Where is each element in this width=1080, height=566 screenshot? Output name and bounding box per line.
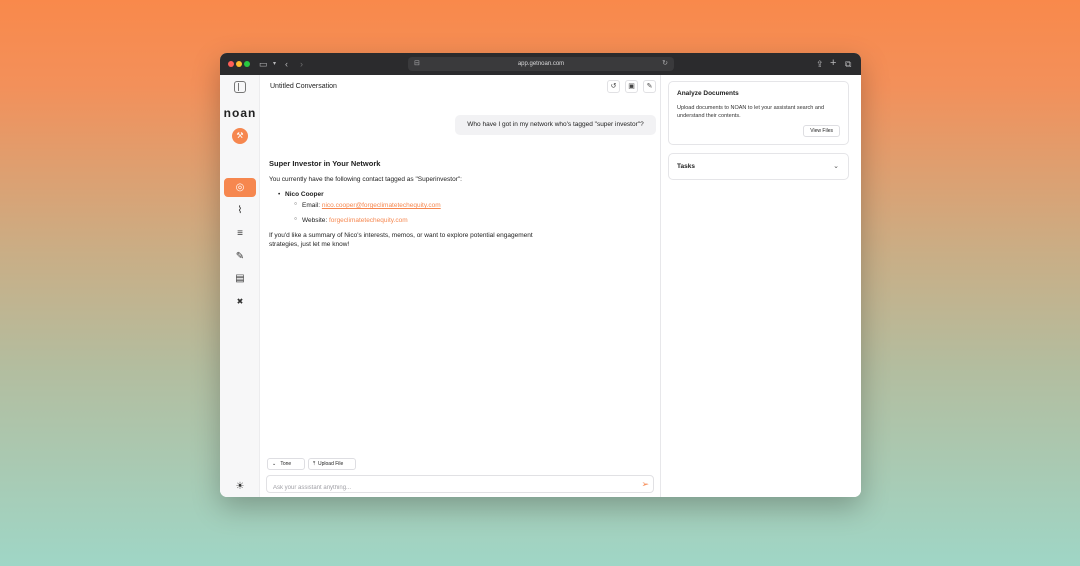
chevron-down-icon[interactable]: ▾ xyxy=(273,58,276,70)
history-icon[interactable]: ↺ xyxy=(607,80,620,93)
tab-overview-icon[interactable]: ⧉ xyxy=(845,58,851,70)
tasks-title: Tasks xyxy=(677,163,695,170)
new-chat-icon[interactable]: ✎ xyxy=(643,80,656,93)
app-logo: noan xyxy=(223,106,257,120)
book-icon[interactable]: ▤ xyxy=(229,269,251,287)
collapse-sidebar-icon[interactable] xyxy=(234,81,246,93)
website-label: Website: xyxy=(302,217,329,224)
user-message: Who have I got in my network who's tagge… xyxy=(455,115,656,135)
page-settings-icon[interactable]: ⊟ xyxy=(414,57,420,71)
app-sidebar: noan ⚒ ◎ ⌇ ≡ ✎ ▤ ✖ ☀ ☺ xyxy=(220,75,260,497)
maximize-window-button[interactable] xyxy=(244,61,250,67)
browser-window: ▭ ▾ ‹ › ⊟ app.getnoan.com ↻ ⇪ + ⧉ noan ⚒… xyxy=(220,53,861,497)
conversation-title: Untitled Conversation xyxy=(270,83,337,90)
share-icon[interactable]: ⇪ xyxy=(816,58,824,70)
chevron-down-icon: ⌄ xyxy=(272,461,277,467)
email-label: Email: xyxy=(302,202,322,209)
browser-titlebar: ▭ ▾ ‹ › ⊟ app.getnoan.com ↻ ⇪ + ⧉ xyxy=(220,53,861,75)
minimize-window-button[interactable] xyxy=(236,61,242,67)
upload-icon: ⤒ xyxy=(313,461,316,467)
assistant-icon[interactable]: ◎ xyxy=(224,178,256,197)
address-bar[interactable]: ⊟ app.getnoan.com ↻ xyxy=(408,57,674,71)
answer-closing: If you'd like a summary of Nico's intere… xyxy=(269,232,533,248)
list-item: Website: forgeclimatetechequity.com xyxy=(269,215,569,225)
reload-icon[interactable]: ↻ xyxy=(662,57,668,71)
contact-name: Nico Cooper xyxy=(285,191,324,198)
right-panel: Analyze Documents Upload documents to NO… xyxy=(661,75,861,497)
chevron-down-icon: ⌄ xyxy=(833,163,839,170)
forward-icon[interactable]: › xyxy=(300,58,303,70)
workspace-avatar[interactable]: ⚒ xyxy=(232,128,248,144)
send-icon[interactable]: ➢ xyxy=(641,478,649,490)
back-icon[interactable]: ‹ xyxy=(285,58,288,70)
view-files-button[interactable]: View Files xyxy=(803,125,840,137)
sidebar-toggle-icon[interactable]: ▭ xyxy=(259,58,268,70)
chat-panel: Untitled Conversation ↺ ▣ ✎ Who have I g… xyxy=(260,75,660,497)
upload-label: Upload File xyxy=(318,461,344,467)
inbox-icon[interactable]: ▣ xyxy=(625,80,638,93)
upload-file-button[interactable]: ⤒ Upload File xyxy=(308,458,356,470)
lightbulb-icon[interactable]: ☀ xyxy=(229,477,251,495)
layers-icon[interactable]: ≡ xyxy=(229,224,251,242)
email-link[interactable]: nico.cooper@forgeclimatetechequity.com xyxy=(322,202,441,209)
close-window-button[interactable] xyxy=(228,61,234,67)
tasks-accordion[interactable]: Tasks ⌄ xyxy=(668,153,849,180)
new-tab-icon[interactable]: + xyxy=(830,57,836,69)
message-input[interactable] xyxy=(267,480,627,496)
assistant-message: Super Investor in Your Network You curre… xyxy=(269,159,569,255)
analyze-title: Analyze Documents xyxy=(677,90,739,97)
pencil-icon[interactable]: ✎ xyxy=(229,247,251,265)
analyze-documents-card: Analyze Documents Upload documents to NO… xyxy=(668,81,849,145)
network-icon[interactable]: ✖ xyxy=(229,292,251,310)
website-link[interactable]: forgeclimatetechequity.com xyxy=(329,217,408,224)
tone-label: Tone xyxy=(280,461,292,467)
activity-icon[interactable]: ⌇ xyxy=(229,201,251,219)
answer-intro: You currently have the following contact… xyxy=(269,176,462,183)
list-item: Email: nico.cooper@forgeclimatetechequit… xyxy=(269,200,569,210)
answer-heading: Super Investor in Your Network xyxy=(269,159,381,168)
analyze-description: Upload documents to NOAN to let your ass… xyxy=(677,105,825,119)
message-composer: ➢ xyxy=(266,475,654,496)
url-text: app.getnoan.com xyxy=(517,61,565,67)
list-item: Nico Cooper xyxy=(269,190,569,199)
tone-button[interactable]: ⌄ Tone xyxy=(267,458,305,470)
